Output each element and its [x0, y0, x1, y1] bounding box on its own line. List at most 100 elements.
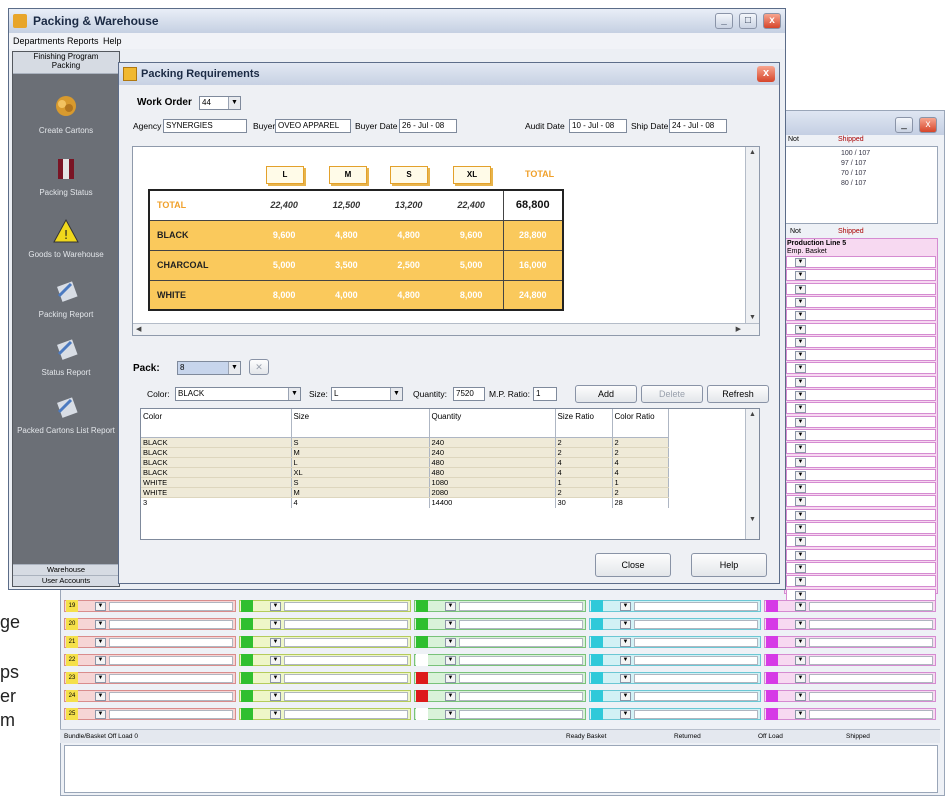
audit-date-field[interactable]: 10 - Jul - 08 [569, 119, 627, 133]
grid-header-color-ratio[interactable]: Color Ratio [612, 409, 669, 438]
basket-field[interactable] [809, 620, 933, 629]
nav-status-report[interactable]: Status Report [13, 336, 119, 377]
basket-field[interactable] [634, 620, 758, 629]
chevron-down-icon[interactable]: ▼ [270, 692, 281, 701]
production-line-row[interactable]: ▼ [786, 495, 936, 508]
basket-row[interactable]: ▼ [239, 690, 411, 702]
panel-footer-user-accounts[interactable]: User Accounts [13, 575, 119, 586]
basket-field[interactable] [284, 638, 408, 647]
basket-row[interactable]: ▼ [589, 690, 761, 702]
refresh-button[interactable]: Refresh [707, 385, 769, 403]
basket-row[interactable]: 25 ▼ [64, 708, 236, 720]
chevron-down-icon[interactable]: ▼ [95, 656, 106, 665]
chevron-down-icon[interactable]: ▼ [795, 620, 806, 629]
mp-ratio-field[interactable]: 1 [533, 387, 557, 401]
work-order-select[interactable]: 44 ▼ [199, 96, 241, 110]
delete-pack-button[interactable]: ✕ [249, 359, 269, 375]
basket-row[interactable]: ▼ [764, 708, 936, 720]
basket-field[interactable] [809, 638, 933, 647]
buyer-date-field[interactable]: 26 - Jul - 08 [399, 119, 457, 133]
basket-row[interactable]: ▼ [589, 636, 761, 648]
grid-header-size-ratio[interactable]: Size Ratio [555, 409, 613, 438]
basket-field[interactable] [809, 674, 933, 683]
chevron-down-icon[interactable]: ▼ [795, 258, 806, 267]
basket-row[interactable]: ▼ [764, 618, 936, 630]
nav-packed-cartons-report[interactable]: Packed Cartons List Report [13, 394, 119, 435]
panel-footer-warehouse[interactable]: Warehouse [13, 564, 119, 575]
production-line-row[interactable]: ▼ [786, 548, 936, 561]
basket-row[interactable]: 24 ▼ [64, 690, 236, 702]
chevron-down-icon[interactable]: ▼ [445, 656, 456, 665]
matrix-row-white[interactable]: WHITE 8,000 4,000 4,800 8,000 24,800 [149, 280, 563, 311]
chevron-down-icon[interactable]: ▼ [795, 602, 806, 611]
basket-row[interactable]: 21 ▼ [64, 636, 236, 648]
chevron-down-icon[interactable]: ▼ [795, 590, 806, 600]
scroll-down-icon[interactable]: ▼ [749, 314, 756, 321]
chevron-down-icon[interactable]: ▼ [795, 324, 806, 334]
basket-field[interactable] [109, 692, 233, 701]
production-line-row[interactable]: ▼ [786, 375, 936, 388]
dialog-close-icon[interactable]: x [757, 66, 775, 82]
minimize-button[interactable]: _ [715, 13, 733, 29]
help-button[interactable]: Help [691, 553, 767, 577]
chevron-down-icon[interactable]: ▼ [445, 602, 456, 611]
production-line-row[interactable]: ▼ [786, 522, 936, 534]
chevron-down-icon[interactable]: ▼ [270, 620, 281, 629]
basket-field[interactable] [459, 674, 583, 683]
production-line-row[interactable]: ▼ [786, 402, 936, 415]
close-button[interactable]: Close [595, 553, 671, 577]
grid-header-size[interactable]: Size [291, 409, 430, 438]
chevron-down-icon[interactable]: ▼ [270, 656, 281, 665]
grid-header-quantity[interactable]: Quantity [429, 409, 556, 438]
basket-field[interactable] [459, 656, 583, 665]
ship-date-field[interactable]: 24 - Jul - 08 [669, 119, 727, 133]
basket-row[interactable]: 20 ▼ [64, 618, 236, 630]
basket-row[interactable]: ▼ [589, 654, 761, 666]
basket-row[interactable]: ▼ [589, 618, 761, 630]
scroll-up-icon[interactable]: ▲ [749, 149, 756, 156]
chevron-down-icon[interactable]: ▼ [795, 364, 806, 374]
scroll-up-icon[interactable]: ▲ [749, 411, 756, 418]
chevron-down-icon[interactable]: ▼ [795, 284, 806, 294]
chevron-down-icon[interactable]: ▼ [795, 311, 806, 321]
table-row[interactable]: WHITE M 2080 2 2 [141, 487, 669, 498]
basket-row[interactable]: ▼ [239, 708, 411, 720]
table-row[interactable]: BLACK L 480 4 4 [141, 457, 669, 468]
scroll-right-icon[interactable]: ▶ [736, 325, 741, 333]
basket-field[interactable] [809, 656, 933, 665]
chevron-down-icon[interactable]: ▼ [795, 550, 806, 560]
quantity-field[interactable]: 7520 [453, 387, 485, 401]
production-line-row[interactable]: ▼ [786, 442, 936, 455]
production-line-row[interactable]: ▼ [786, 309, 936, 322]
add-button[interactable]: Add [575, 385, 637, 403]
basket-field[interactable] [284, 674, 408, 683]
production-line-row[interactable]: ▼ [786, 269, 936, 282]
nav-packing-report[interactable]: Packing Report [13, 278, 119, 319]
basket-field[interactable] [459, 602, 583, 611]
menu-help[interactable]: Help [103, 36, 122, 46]
chevron-down-icon[interactable]: ▼ [620, 692, 631, 701]
chevron-down-icon[interactable]: ▼ [795, 710, 806, 719]
chevron-down-icon[interactable]: ▼ [270, 674, 281, 683]
menu-departments[interactable]: Departments [13, 36, 65, 46]
chevron-down-icon[interactable]: ▼ [620, 602, 631, 611]
menu-reports[interactable]: Reports [67, 36, 99, 46]
basket-field[interactable] [459, 638, 583, 647]
chevron-down-icon[interactable]: ▼ [795, 271, 806, 281]
chevron-down-icon[interactable]: ▼ [445, 638, 456, 647]
basket-row[interactable]: ▼ [414, 600, 586, 612]
table-row[interactable]: BLACK M 240 2 2 [141, 447, 669, 458]
matrix-hscrollbar[interactable]: ◀ ▶ [133, 323, 759, 335]
chevron-down-icon[interactable]: ▼ [795, 484, 806, 494]
buyer-field[interactable]: OVEO APPAREL [275, 119, 351, 133]
basket-row[interactable]: ▼ [764, 654, 936, 666]
basket-row[interactable]: ▼ [414, 618, 586, 630]
chevron-down-icon[interactable]: ▼ [445, 692, 456, 701]
close-button[interactable]: x [763, 13, 781, 29]
basket-row[interactable]: ▼ [414, 690, 586, 702]
agency-field[interactable]: SYNERGIES [163, 119, 247, 133]
chevron-down-icon[interactable]: ▼ [795, 337, 806, 347]
matrix-row-charcoal[interactable]: CHARCOAL 5,000 3,500 2,500 5,000 16,000 [149, 250, 563, 281]
production-line-row[interactable]: ▼ [786, 508, 936, 521]
chevron-down-icon[interactable]: ▼ [795, 497, 806, 507]
